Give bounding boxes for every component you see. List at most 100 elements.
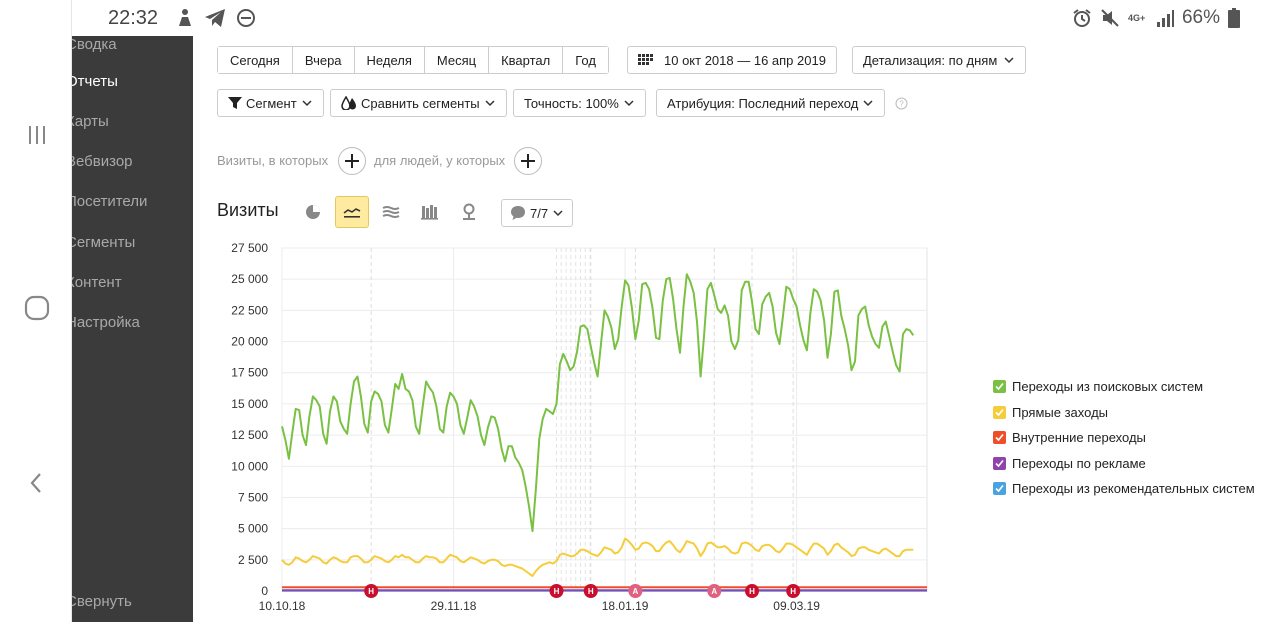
sidebar-item-content[interactable]: Контент	[72, 274, 122, 291]
drops-icon	[341, 96, 356, 110]
bar-chart-icon	[421, 205, 438, 220]
area-view-button[interactable]	[374, 196, 408, 228]
back-icon[interactable]	[22, 468, 52, 498]
legend-item[interactable]: Переходы по рекламе	[993, 451, 1255, 477]
period-selector: Сегодня Вчера Неделя Месяц Квартал Год	[217, 46, 609, 74]
annotation-marker[interactable]: Н	[549, 584, 564, 598]
telegram-icon	[205, 9, 225, 27]
y-tick-label: 15 000	[231, 397, 268, 411]
date-range-text: 10 окт 2018 — 16 апр 2019	[664, 52, 826, 68]
annotation-marker[interactable]: А	[707, 584, 722, 598]
sidebar-item-settings[interactable]: Настройка	[72, 314, 140, 331]
line-view-button[interactable]	[335, 196, 369, 228]
sidebar-item-maps[interactable]: Карты	[72, 113, 109, 130]
annotations-dropdown[interactable]: 7/7	[501, 199, 574, 227]
y-tick-label: 10 000	[231, 459, 268, 473]
attribution-text: Атрибуция: Последний переход	[667, 95, 859, 111]
line-chart-icon	[343, 208, 361, 218]
add-visit-condition-button[interactable]	[338, 147, 366, 175]
sidebar-item-visitors[interactable]: Посетители	[72, 193, 147, 210]
legend-label: Переходы из поисковых систем	[1012, 379, 1204, 395]
checkbox-checked-icon[interactable]	[993, 431, 1006, 445]
sidebar-item-reports[interactable]: Отчеты	[72, 73, 118, 90]
home-icon[interactable]	[22, 293, 52, 323]
pie-view-button[interactable]	[296, 196, 330, 228]
legend-item[interactable]: Переходы из рекомендательных систем	[993, 476, 1255, 502]
legend-item[interactable]: Прямые заходы	[993, 400, 1255, 426]
help-icon[interactable]: ?	[895, 97, 908, 110]
period-yesterday-button[interactable]: Вчера	[292, 47, 355, 73]
battery-icon	[1228, 8, 1240, 28]
svg-text:Н: Н	[790, 587, 796, 596]
y-tick-label: 0	[261, 584, 268, 598]
annotation-marker[interactable]: Н	[583, 584, 598, 598]
attribution-dropdown[interactable]: Атрибуция: Последний переход	[656, 89, 886, 117]
bar-view-button[interactable]	[413, 196, 447, 228]
date-range-button[interactable]: 10 окт 2018 — 16 апр 2019	[627, 46, 837, 74]
y-tick-label: 20 000	[231, 335, 268, 349]
map-view-button[interactable]	[452, 196, 486, 228]
svg-text:Н: Н	[554, 587, 560, 596]
notification-person-icon	[179, 9, 191, 26]
filter-icon	[228, 97, 242, 109]
sidebar-item-webvisor[interactable]: Вебвизор	[72, 153, 133, 170]
legend-item[interactable]: Переходы из поисковых систем	[993, 374, 1255, 400]
period-week-button[interactable]: Неделя	[354, 47, 425, 73]
period-quarter-button[interactable]: Квартал	[489, 47, 564, 73]
period-year-button[interactable]: Год	[563, 47, 608, 73]
x-tick-label: 29.11.18	[431, 599, 477, 613]
y-tick-label: 22 500	[231, 303, 268, 317]
chevron-down-icon	[485, 100, 495, 107]
svg-text:А: А	[711, 587, 717, 596]
alarm-icon	[1073, 9, 1091, 27]
legend-label: Переходы из рекомендательных систем	[1012, 481, 1255, 497]
add-people-condition-button[interactable]	[514, 147, 542, 175]
segment-dropdown[interactable]: Сегмент	[217, 89, 324, 117]
accuracy-dropdown[interactable]: Точность: 100%	[513, 89, 646, 117]
status-time: 22:32	[108, 7, 159, 29]
y-tick-label: 5 000	[238, 522, 268, 536]
people-filter-hint: для людей, у которых	[374, 153, 506, 168]
svg-text:Н: Н	[588, 587, 594, 596]
chart-title: Визиты	[217, 200, 279, 220]
map-pin-icon	[463, 203, 475, 220]
mute-icon	[1101, 9, 1119, 27]
legend-item[interactable]: Внутренние переходы	[993, 425, 1255, 451]
chart-legend: Переходы из поисковых систем Прямые заход…	[993, 374, 1255, 502]
stacked-area-icon	[382, 206, 400, 218]
compare-segments-dropdown[interactable]: Сравнить сегменты	[330, 89, 507, 117]
period-today-button[interactable]: Сегодня	[218, 47, 293, 73]
sidebar: Сводка Отчеты Карты Вебвизор Посетители …	[72, 36, 193, 622]
checkbox-checked-icon[interactable]	[993, 482, 1006, 496]
recent-apps-icon[interactable]	[22, 120, 52, 150]
compare-text: Сравнить сегменты	[361, 95, 480, 111]
y-tick-label: 17 500	[231, 366, 268, 380]
period-month-button[interactable]: Месяц	[424, 47, 490, 73]
plus-icon	[521, 154, 535, 168]
comment-icon	[511, 206, 525, 220]
checkbox-checked-icon[interactable]	[993, 405, 1006, 419]
annotation-marker[interactable]: Н	[745, 584, 760, 598]
sidebar-item-summary[interactable]: Сводка	[72, 36, 117, 53]
sidebar-item-segments[interactable]: Сегменты	[72, 234, 135, 251]
annotation-marker[interactable]: Н	[364, 584, 379, 598]
legend-label: Прямые заходы	[1012, 404, 1109, 420]
x-tick-label: 09.03.19	[773, 599, 820, 613]
detail-text: Детализация: по дням	[863, 52, 998, 68]
svg-text:?: ?	[899, 100, 904, 109]
calendar-icon	[638, 54, 653, 65]
x-tick-label: 10.10.18	[259, 599, 306, 613]
detail-dropdown[interactable]: Детализация: по дням	[852, 46, 1027, 74]
checkbox-checked-icon[interactable]	[993, 456, 1006, 470]
annotation-marker[interactable]: Н	[786, 584, 801, 598]
chevron-down-icon	[302, 100, 312, 107]
chevron-down-icon	[863, 100, 873, 107]
legend-label: Внутренние переходы	[1012, 430, 1146, 446]
annotation-marker[interactable]: А	[628, 584, 643, 598]
checkbox-checked-icon[interactable]	[993, 380, 1006, 394]
do-not-disturb-icon	[237, 9, 255, 27]
signal-icon	[1156, 10, 1174, 27]
system-nav-rail	[0, 0, 72, 622]
sidebar-collapse-button[interactable]: Свернуть	[72, 593, 132, 610]
main-content: Сегодня Вчера Неделя Месяц Квартал Год 1…	[193, 36, 1280, 622]
